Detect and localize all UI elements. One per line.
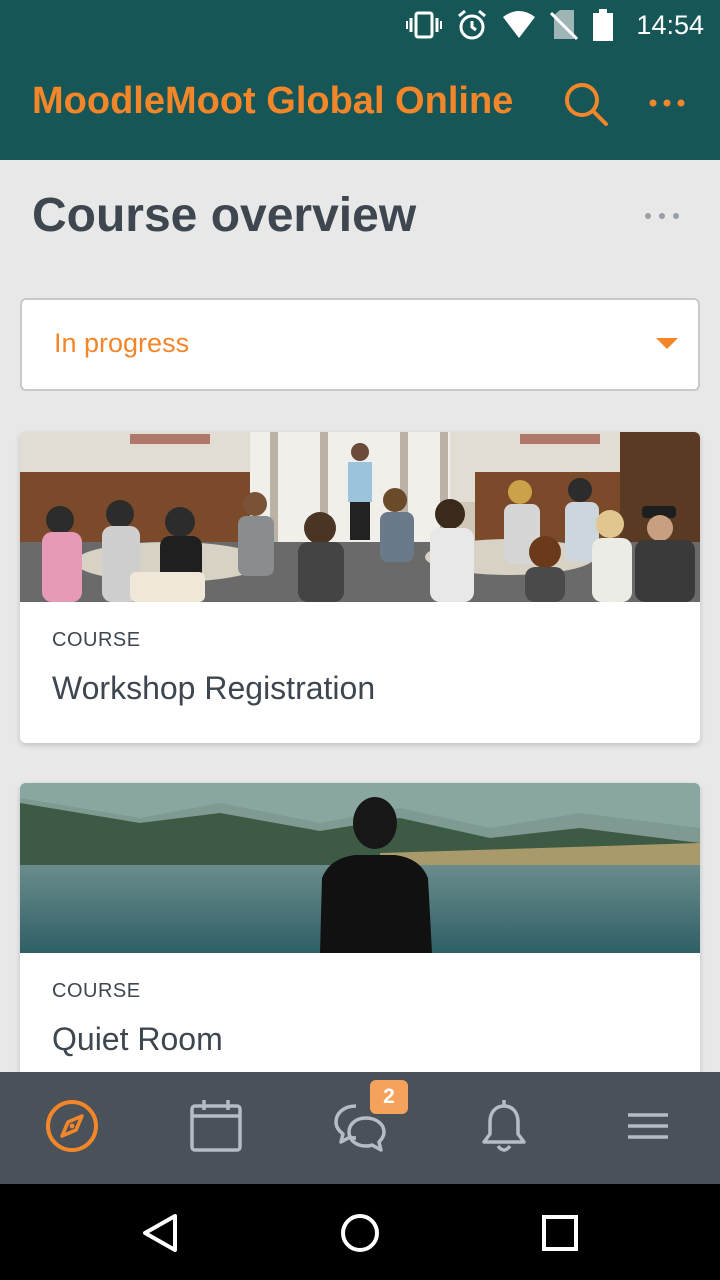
more-vertical-dots-icon <box>646 99 690 120</box>
home-icon <box>335 1214 385 1262</box>
home-button[interactable] <box>335 1208 385 1258</box>
caret-down-icon <box>656 338 678 349</box>
system-navigation-bar <box>0 1184 720 1280</box>
back-icon <box>135 1214 185 1262</box>
unread-messages-badge: 2 <box>370 1080 408 1114</box>
status-icons: 14:54 <box>406 0 704 50</box>
status-time: 14:54 <box>636 9 704 40</box>
no-sim-icon <box>550 9 579 41</box>
wifi-icon <box>502 11 536 39</box>
tab-site-home[interactable] <box>0 1072 144 1184</box>
page-title: Course overview <box>32 189 417 242</box>
filter-selected-value: In progress <box>54 328 190 358</box>
status-bar: 14:54 <box>0 0 720 50</box>
search-icon <box>560 83 614 134</box>
app-bar: MoodleMoot Global Online <box>0 50 720 160</box>
course-card[interactable]: COURSE Workshop Registration <box>20 432 700 743</box>
tab-calendar[interactable] <box>144 1072 288 1184</box>
course-category: COURSE <box>52 980 141 1002</box>
recents-icon <box>535 1215 585 1262</box>
course-filter-select[interactable]: In progress <box>20 298 700 391</box>
more-horizontal-dots-icon <box>640 213 684 232</box>
bottom-tab-bar: 2 <box>0 1072 720 1184</box>
back-button[interactable] <box>135 1208 185 1258</box>
course-title[interactable]: Quiet Room <box>52 1021 223 1058</box>
vibrate-icon <box>406 10 443 40</box>
course-image <box>20 432 700 602</box>
tab-messages[interactable]: 2 <box>288 1072 432 1184</box>
section-menu-button[interactable] <box>640 204 684 228</box>
tab-notifications[interactable] <box>432 1072 576 1184</box>
recents-button[interactable] <box>535 1208 585 1258</box>
search-button[interactable] <box>560 80 614 130</box>
course-image <box>20 783 700 953</box>
app-title: MoodleMoot Global Online <box>32 80 514 122</box>
course-category: COURSE <box>52 629 141 651</box>
alarm-icon <box>456 9 488 41</box>
battery-icon <box>592 9 614 41</box>
calendar-icon <box>188 1098 244 1159</box>
bell-icon <box>476 1098 532 1159</box>
hamburger-icon <box>624 1106 672 1151</box>
compass-icon <box>44 1098 100 1159</box>
main-content[interactable]: Course overview In progress COURSE Works… <box>0 160 720 1072</box>
tab-more-menu[interactable] <box>576 1072 720 1184</box>
course-card[interactable]: COURSE Quiet Room <box>20 783 700 1072</box>
course-title[interactable]: Workshop Registration <box>52 670 375 707</box>
app-menu-button[interactable] <box>646 90 690 116</box>
